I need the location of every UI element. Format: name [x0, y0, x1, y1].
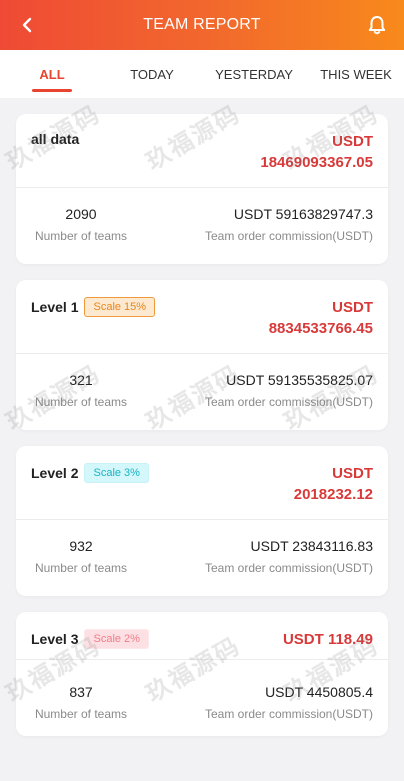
amount-value: USDT 118.49 — [282, 631, 373, 648]
app-header: TEAM REPORT — [0, 0, 404, 50]
commission-label: Team order commission(USDT) — [204, 395, 373, 409]
card-stats: 2090 Number of teams USDT 59163829747.3 … — [16, 188, 388, 262]
teams-value: 2090 — [65, 206, 97, 222]
bell-icon — [368, 16, 386, 35]
commission-stat: USDT 59135535825.07 Team order commissio… — [205, 370, 373, 409]
teams-stat: 932 Number of teams — [16, 536, 146, 575]
card-label: Level 2 Scale 3% — [31, 463, 149, 483]
commission-stat: USDT 23843116.83 Team order commission(U… — [205, 536, 373, 575]
teams-label: Number of teams — [34, 707, 128, 721]
commission-value: USDT 4450805.4 — [265, 684, 373, 700]
report-card-level-2: Level 2 Scale 3% USDT 2018232.12 932 Num… — [16, 446, 388, 596]
teams-stat: 837 Number of teams — [16, 682, 146, 721]
amount-currency: USDT — [332, 465, 373, 482]
card-amount: USDT 8834533766.45 — [269, 297, 373, 339]
teams-label: Number of teams — [34, 229, 128, 243]
page-title: TEAM REPORT — [143, 16, 261, 33]
card-stats: 837 Number of teams USDT 4450805.4 Team … — [16, 660, 388, 736]
level-title: Level 2 — [31, 465, 79, 481]
commission-stat: USDT 4450805.4 Team order commission(USD… — [205, 682, 373, 721]
amount-value: 2018232.12 — [293, 486, 373, 503]
teams-value: 932 — [69, 538, 93, 554]
back-button[interactable] — [16, 14, 38, 36]
card-header: Level 1 Scale 15% USDT 8834533766.45 — [16, 280, 388, 354]
card-header: Level 3 Scale 2% USDT 118.49 — [16, 612, 388, 660]
amount-currency: USDT — [332, 299, 373, 316]
scale-badge: Scale 15% — [84, 297, 156, 317]
report-card-level-1: Level 1 Scale 15% USDT 8834533766.45 321… — [16, 280, 388, 430]
level-title: Level 3 — [31, 631, 79, 647]
tab-this-week[interactable]: THIS WEEK — [308, 50, 404, 98]
scale-badge: Scale 3% — [84, 463, 149, 483]
card-stats: 932 Number of teams USDT 23843116.83 Tea… — [16, 520, 388, 594]
period-tabs: ALL TODAY YESTERDAY THIS WEEK — [0, 50, 404, 98]
card-header: Level 2 Scale 3% USDT 2018232.12 — [16, 446, 388, 520]
teams-stat: 321 Number of teams — [16, 370, 146, 409]
teams-stat: 2090 Number of teams — [16, 204, 146, 243]
commission-stat: USDT 59163829747.3 Team order commission… — [205, 204, 373, 243]
card-label: Level 1 Scale 15% — [31, 297, 156, 317]
card-stats: 321 Number of teams USDT 59135535825.07 … — [16, 354, 388, 428]
card-amount: USDT 18469093367.05 — [260, 131, 373, 173]
card-header: all data USDT 18469093367.05 — [16, 114, 388, 188]
amount-currency: USDT — [332, 133, 373, 150]
card-amount: USDT 118.49 — [283, 629, 373, 650]
card-label: Level 3 Scale 2% — [31, 629, 149, 649]
report-card-all-data: all data USDT 18469093367.05 2090 Number… — [16, 114, 388, 264]
teams-value: 837 — [69, 684, 93, 700]
notification-button[interactable] — [366, 13, 388, 37]
commission-label: Team order commission(USDT) — [204, 229, 373, 243]
tab-yesterday[interactable]: YESTERDAY — [200, 50, 308, 98]
commission-label: Team order commission(USDT) — [204, 561, 373, 575]
card-label: all data — [31, 131, 80, 147]
commission-value: USDT 59163829747.3 — [233, 206, 373, 222]
scale-badge: Scale 2% — [84, 629, 149, 649]
tab-today[interactable]: TODAY — [104, 50, 200, 98]
card-amount: USDT 2018232.12 — [294, 463, 373, 505]
tab-all[interactable]: ALL — [0, 50, 104, 98]
teams-value: 321 — [69, 372, 93, 388]
amount-value: 18469093367.05 — [260, 154, 373, 171]
commission-label: Team order commission(USDT) — [204, 707, 373, 721]
commission-value: USDT 59135535825.07 — [226, 372, 373, 388]
chevron-left-icon — [22, 17, 32, 33]
report-card-level-3: Level 3 Scale 2% USDT 118.49 837 Number … — [16, 612, 388, 736]
level-title: Level 1 — [31, 299, 79, 315]
amount-value: 8834533766.45 — [268, 320, 373, 337]
teams-label: Number of teams — [34, 395, 128, 409]
commission-value: USDT 23843116.83 — [250, 538, 373, 554]
teams-label: Number of teams — [34, 561, 128, 575]
